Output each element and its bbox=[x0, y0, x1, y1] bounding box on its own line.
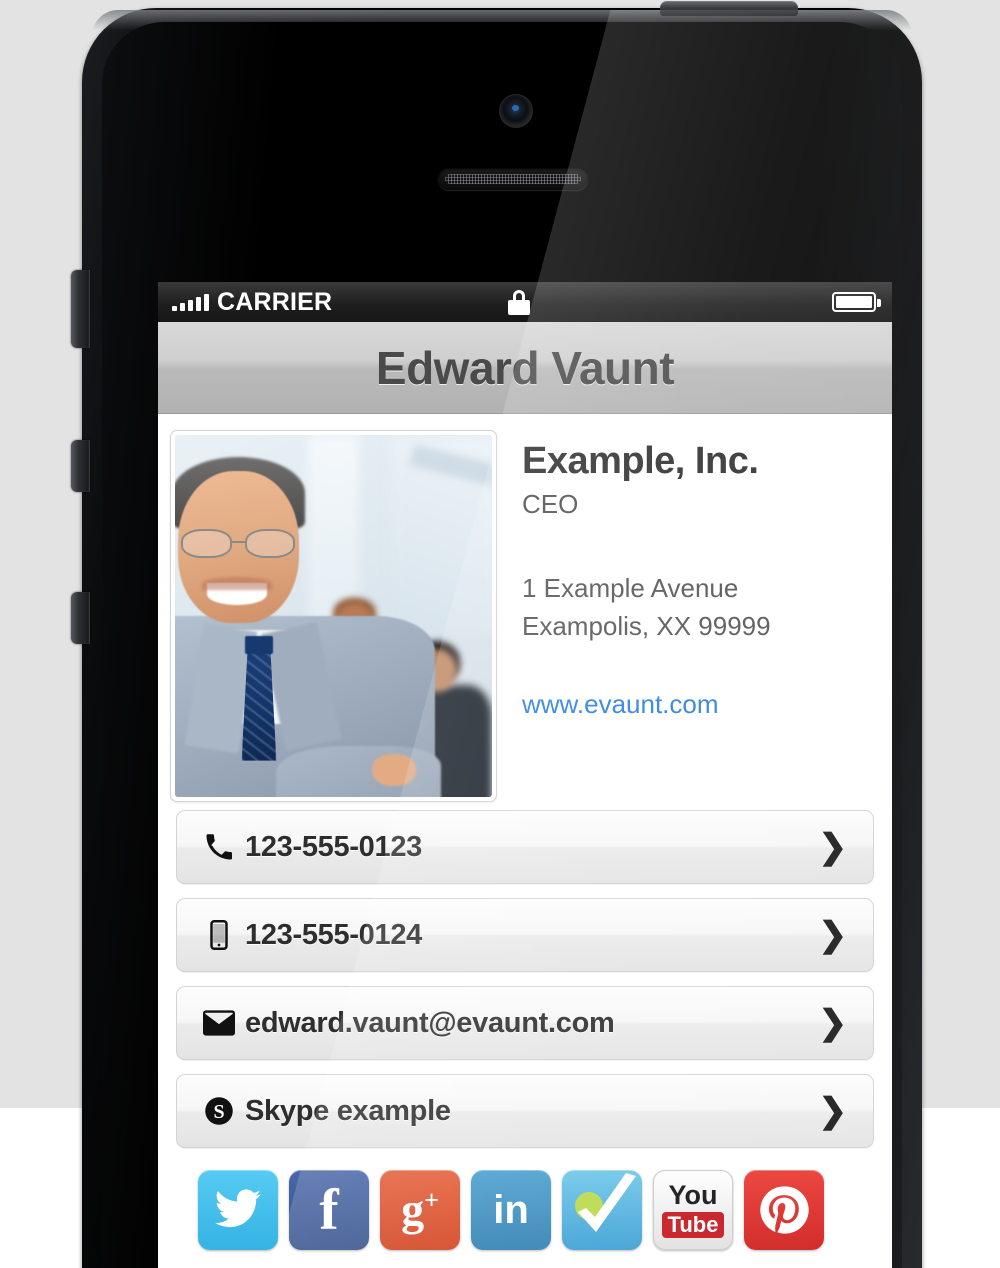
avatar bbox=[170, 430, 497, 802]
svg-text:S: S bbox=[213, 1101, 224, 1123]
status-bar: CARRIER bbox=[158, 282, 892, 322]
title-bar: Edward Vaunt bbox=[158, 322, 892, 414]
contact-details: Example, Inc. CEO 1 Example Avenue Examp… bbox=[497, 430, 771, 802]
social-icon-linkedin[interactable]: in bbox=[471, 1170, 551, 1250]
chevron-right-icon: ❯ bbox=[818, 1004, 848, 1042]
lock-icon bbox=[508, 290, 530, 315]
social-icon-pinterest[interactable] bbox=[744, 1170, 824, 1250]
carrier-label: CARRIER bbox=[217, 287, 333, 316]
contact-rows: 123-555-0123 ❯ 123-555-0124 ❯ edward.vau… bbox=[158, 802, 892, 1148]
social-icon-facebook[interactable]: f bbox=[289, 1170, 369, 1250]
power-button[interactable] bbox=[660, 1, 798, 16]
address: 1 Example Avenue Exampolis, XX 99999 bbox=[522, 570, 771, 645]
chevron-right-icon: ❯ bbox=[818, 1092, 848, 1130]
mobile-icon bbox=[193, 920, 245, 950]
portrait-photo bbox=[175, 435, 492, 797]
contact-row-label: Skype example bbox=[245, 1094, 451, 1127]
social-icon-youtube[interactable]: You Tube bbox=[653, 1170, 733, 1250]
earpiece-speaker bbox=[438, 168, 588, 190]
social-icon-twitter[interactable] bbox=[198, 1170, 278, 1250]
contact-row-skype[interactable]: S Skype example ❯ bbox=[176, 1074, 874, 1148]
mute-switch[interactable] bbox=[71, 270, 90, 348]
contact-row-phone[interactable]: 123-555-0123 ❯ bbox=[176, 810, 874, 884]
page-title: Edward Vaunt bbox=[375, 341, 675, 394]
phone-icon bbox=[193, 832, 245, 862]
contact-row-label: edward.vaunt@evaunt.com bbox=[245, 1006, 615, 1039]
contact-row-email[interactable]: edward.vaunt@evaunt.com ❯ bbox=[176, 986, 874, 1060]
company-name: Example, Inc. bbox=[522, 440, 759, 482]
contact-card: Example, Inc. CEO 1 Example Avenue Examp… bbox=[158, 414, 892, 802]
contact-row-mobile[interactable]: 123-555-0124 ❯ bbox=[176, 898, 874, 972]
social-icon-googleplus[interactable]: g+ bbox=[380, 1170, 460, 1250]
social-icon-foursquare[interactable] bbox=[562, 1170, 642, 1250]
address-line-2: Exampolis, XX 99999 bbox=[522, 610, 771, 641]
front-camera bbox=[500, 95, 532, 127]
phone-screen: CARRIER Edward Vaunt Example, Inc. CEO 1… bbox=[158, 282, 892, 1268]
signal-strength-icon bbox=[172, 293, 209, 311]
contact-row-label: 123-555-0124 bbox=[245, 918, 422, 951]
website-link[interactable]: www.evaunt.com bbox=[522, 689, 771, 720]
contact-row-label: 123-555-0123 bbox=[245, 830, 422, 863]
social-links: f g+ in You Tube bbox=[158, 1162, 892, 1250]
email-icon bbox=[193, 1010, 245, 1036]
chevron-right-icon: ❯ bbox=[818, 916, 848, 954]
job-title: CEO bbox=[522, 489, 579, 519]
chevron-right-icon: ❯ bbox=[818, 828, 848, 866]
volume-up-button[interactable] bbox=[71, 440, 90, 492]
skype-icon: S bbox=[193, 1096, 245, 1126]
volume-down-button[interactable] bbox=[71, 592, 90, 644]
address-line-1: 1 Example Avenue bbox=[522, 573, 739, 603]
battery-icon bbox=[832, 292, 881, 312]
